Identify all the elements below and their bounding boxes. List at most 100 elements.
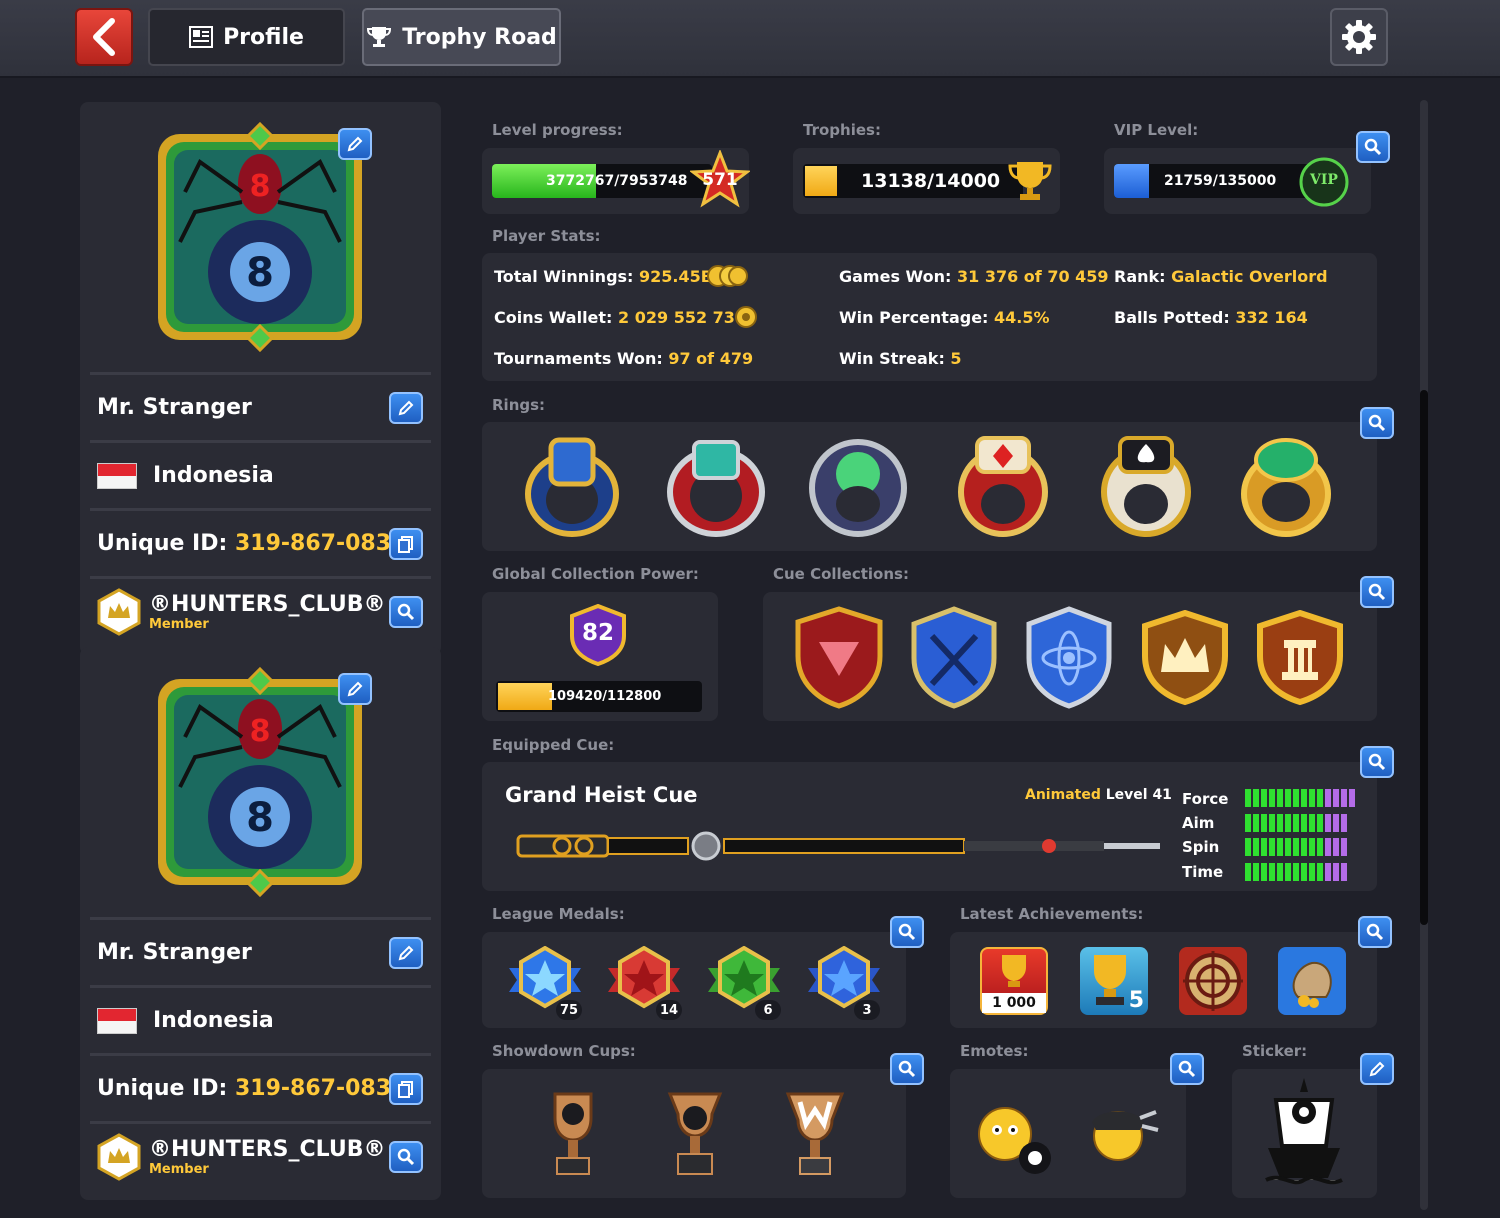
cue-stat-segment xyxy=(1341,789,1347,807)
cue-stat-segment xyxy=(1277,838,1283,856)
tab-trophy-road[interactable]: Trophy Road xyxy=(362,8,561,66)
cue-stat-segment xyxy=(1317,838,1323,856)
level-progress-text: 3772767/7953748 xyxy=(546,173,688,189)
pencil-icon xyxy=(398,945,414,960)
equipped-cue-search-button[interactable] xyxy=(1360,746,1394,778)
league-medals-search-button[interactable] xyxy=(890,916,924,948)
club-role: Member xyxy=(149,1161,209,1177)
vip-search-button[interactable] xyxy=(1356,131,1390,163)
search-icon xyxy=(397,1148,415,1165)
cue-stat-segment xyxy=(1245,863,1251,881)
avatar[interactable]: 8 8 xyxy=(150,121,370,353)
tab-profile[interactable]: Profile xyxy=(148,8,345,66)
pencil-icon xyxy=(347,136,363,152)
unique-id-label: Unique ID: xyxy=(97,531,228,556)
cue-stat-segment xyxy=(1325,838,1331,856)
cue-stat-segment xyxy=(1245,838,1251,856)
achievement-1000-icon[interactable]: 1 000 xyxy=(980,947,1048,1015)
achievement-target-icon[interactable] xyxy=(1179,947,1247,1015)
cue-stat-segment xyxy=(1261,789,1267,807)
cue-stat-segment xyxy=(1269,863,1275,881)
search-icon xyxy=(1366,923,1384,941)
cue-stat-segment xyxy=(1285,838,1291,856)
vip-progress-fill xyxy=(1114,164,1150,198)
cue-stat-segment xyxy=(1333,838,1339,856)
cue-stat-segment xyxy=(1317,814,1323,832)
svg-text:8: 8 xyxy=(250,169,271,204)
cue-stat-segment xyxy=(1253,838,1259,856)
cue-stat-segment xyxy=(1277,863,1283,881)
showdown-cup-bronze-icon[interactable] xyxy=(541,1088,605,1182)
rings-search-button[interactable] xyxy=(1360,407,1394,439)
ring-galaxy-icon[interactable] xyxy=(806,430,910,538)
achievements-search-button[interactable] xyxy=(1358,916,1392,948)
trophy-icon xyxy=(1002,955,1026,987)
collection-atom-badge-icon[interactable] xyxy=(1021,606,1117,710)
unique-id-row: Unique ID: 319-867-083-6 xyxy=(90,508,431,576)
copy-id-button[interactable] xyxy=(389,1072,423,1105)
club-search-button[interactable] xyxy=(389,1140,423,1173)
ring-red-icon[interactable] xyxy=(664,434,768,538)
collection-power-level: 82 xyxy=(581,620,614,646)
ring-emerald-icon[interactable] xyxy=(1238,432,1334,538)
league-medal-count: 3 xyxy=(854,1000,880,1020)
trophies-bar: 13138/14000 xyxy=(803,164,1023,198)
player-name: Mr. Stranger xyxy=(97,940,252,965)
ring-blue-icon[interactable] xyxy=(523,434,621,538)
vip-level-label: VIP Level: xyxy=(1114,121,1199,139)
ring-spade-icon[interactable] xyxy=(1098,432,1194,538)
emote-ninja-icon[interactable] xyxy=(1080,1096,1160,1168)
search-icon xyxy=(1368,753,1386,771)
showdown-cup-8ball-icon[interactable] xyxy=(660,1088,730,1182)
cue-stat-segment xyxy=(1317,863,1323,881)
achievement-5-text: 5 xyxy=(1128,988,1144,1013)
club-search-button[interactable] xyxy=(389,595,423,628)
collection-swords-badge-icon[interactable] xyxy=(906,606,1002,710)
cue-stat-segment xyxy=(1261,863,1267,881)
cue-stat-segment xyxy=(1269,814,1275,832)
country-name: Indonesia xyxy=(153,463,274,488)
edit-name-button[interactable] xyxy=(389,391,423,424)
svg-text:8: 8 xyxy=(246,795,274,841)
cue-stat-segment xyxy=(1293,863,1299,881)
scrollbar-thumb[interactable] xyxy=(1420,390,1428,925)
edit-avatar-button[interactable] xyxy=(338,673,372,705)
vip-box: 21759/135000 VIP xyxy=(1104,148,1371,214)
achievement-trophy-5-icon[interactable]: 5 xyxy=(1080,947,1148,1015)
copy-id-button[interactable] xyxy=(389,527,423,560)
cue-animated-tag: Animated xyxy=(1025,787,1101,803)
avatar[interactable]: 8 8 xyxy=(150,666,370,898)
showdown-search-button[interactable] xyxy=(890,1053,924,1085)
back-button[interactable] xyxy=(75,8,133,66)
emotes-search-button[interactable] xyxy=(1170,1053,1204,1085)
sticker-edit-button[interactable] xyxy=(1360,1053,1394,1085)
cue-stat-segment xyxy=(1293,838,1299,856)
ring-diamond-icon[interactable] xyxy=(955,432,1051,538)
stat-balls-potted: Balls Potted: 332 164 xyxy=(1114,308,1308,327)
cue-stat-segment xyxy=(1269,838,1275,856)
collection-power-bar: 109420/112800 xyxy=(496,681,702,712)
edit-name-button[interactable] xyxy=(389,936,423,969)
emote-smiley-8ball-icon[interactable] xyxy=(975,1100,1065,1176)
pencil-icon xyxy=(398,400,414,415)
trophies-marker xyxy=(805,166,837,196)
search-icon xyxy=(1364,138,1382,156)
edit-avatar-button[interactable] xyxy=(338,128,372,160)
league-medals-label: League Medals: xyxy=(492,905,625,923)
collection-crown-badge-icon[interactable] xyxy=(1139,610,1231,706)
profile-card-icon xyxy=(189,26,214,48)
cue-stat-segment xyxy=(1269,789,1275,807)
search-icon xyxy=(898,923,916,941)
sticker-pirate-ship-icon[interactable] xyxy=(1262,1076,1346,1192)
achievement-bag-icon[interactable] xyxy=(1278,947,1346,1015)
trophies-box: 13138/14000 xyxy=(793,148,1060,214)
cue-collections-search-button[interactable] xyxy=(1360,576,1394,608)
country-row: Indonesia xyxy=(90,985,431,1053)
settings-button[interactable] xyxy=(1330,8,1388,66)
showdown-cup-w-icon[interactable] xyxy=(782,1088,848,1182)
collection-pillar-badge-icon[interactable] xyxy=(1254,610,1346,706)
cue-stat-segment xyxy=(1293,789,1299,807)
search-icon xyxy=(397,603,415,620)
svg-text:8: 8 xyxy=(246,250,274,296)
collection-billiards-badge-icon[interactable] xyxy=(786,606,892,710)
